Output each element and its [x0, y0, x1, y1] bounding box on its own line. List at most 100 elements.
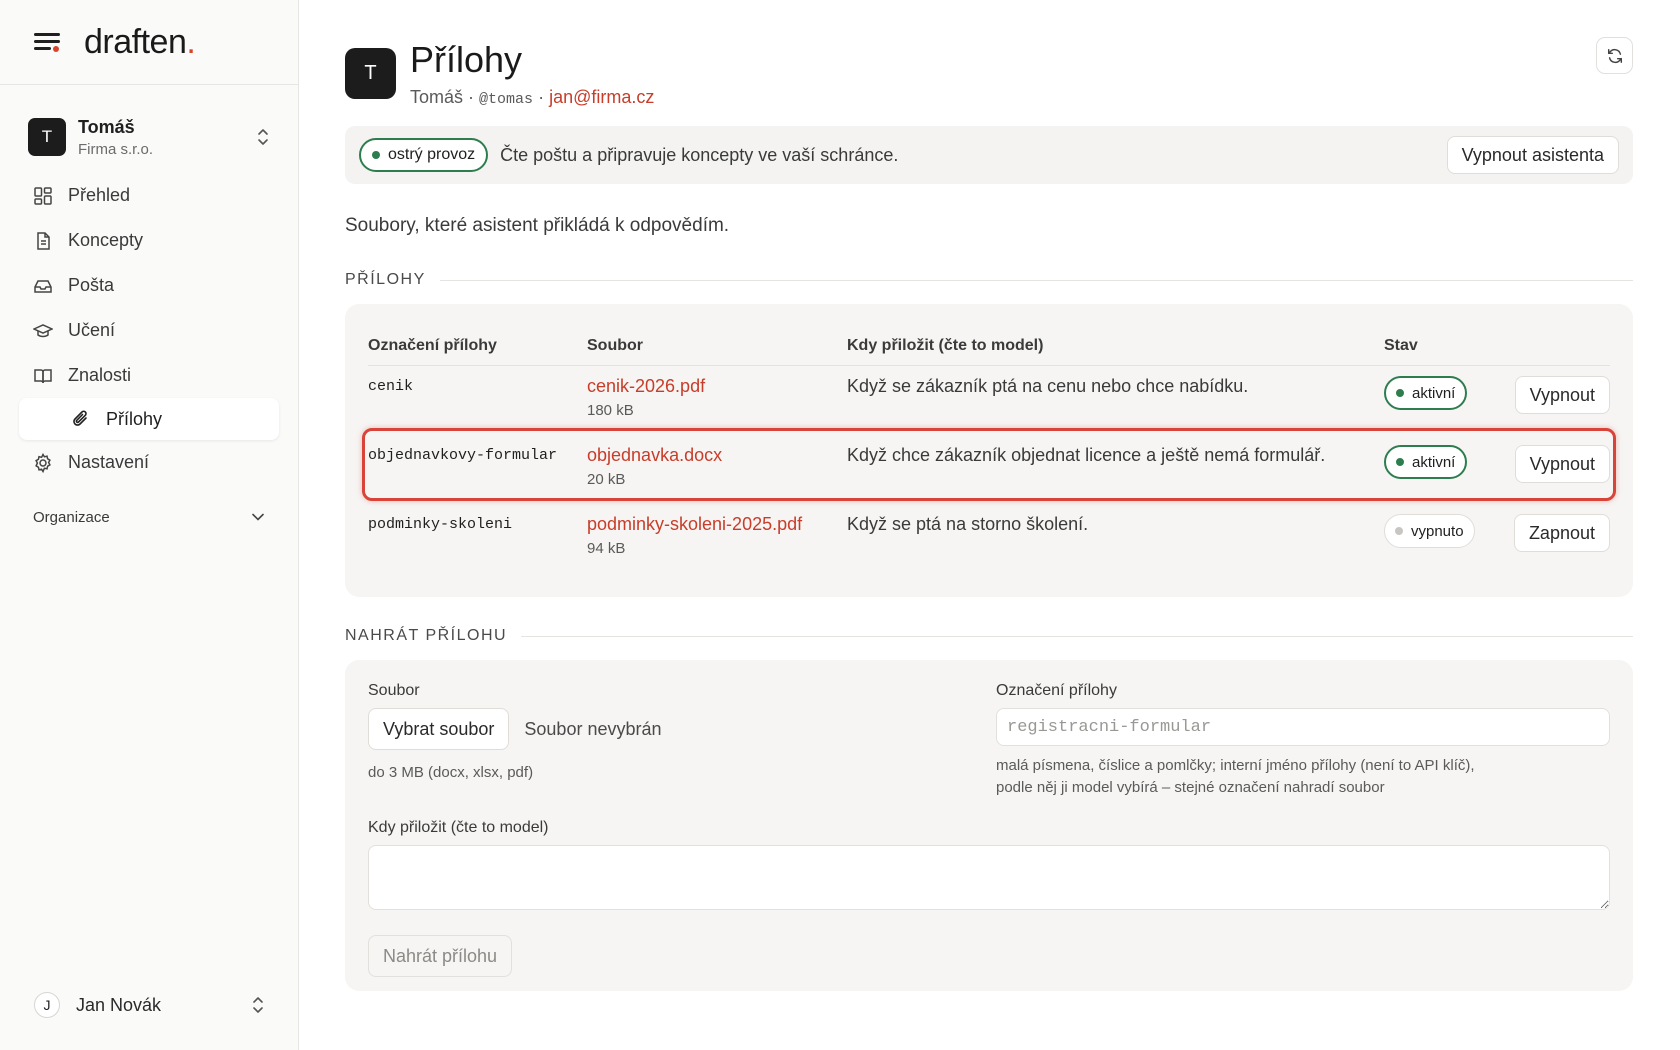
file-hint: do 3 MB (docx, xlsx, pdf) [368, 764, 534, 781]
attachment-file-size: 180 kB [587, 402, 634, 419]
menu-icon[interactable] [34, 32, 60, 52]
status-badge: aktivní [1384, 376, 1468, 410]
page-title: Přílohy [410, 39, 523, 80]
label-hint-line: malá písmena, číslice a pomlčky; interní… [996, 757, 1475, 774]
sidebar-item-label: Učení [68, 320, 116, 340]
status-dot-icon [372, 151, 380, 159]
when-textarea[interactable] [368, 845, 1610, 910]
status-badge: vypnuto [1384, 514, 1475, 548]
attachment-file-size: 94 kB [587, 540, 626, 557]
chevron-up-down-icon [251, 995, 265, 1015]
organization-toggle[interactable]: Organizace [0, 495, 298, 539]
document-icon [37, 231, 50, 250]
account-switcher[interactable]: T Tomáš Firma s.r.o. [0, 107, 298, 167]
disable-attachment-button[interactable]: Vypnout [1514, 376, 1610, 414]
attachments-table: Označení přílohy Soubor Kdy přiložit (čt… [345, 304, 1633, 597]
main-content: T Přílohy Tomáš · @tomas · jan@firma.cz … [345, 0, 1633, 991]
attachment-file-link[interactable]: podminky-skoleni-2025.pdf [587, 514, 847, 535]
status-text: Čte poštu a připravuje koncepty ve vaší … [500, 144, 899, 165]
when-field-label: Kdy přiložit (čte to model) [368, 819, 549, 836]
account-avatar: T [28, 118, 66, 156]
attachment-file-size: 20 kB [587, 471, 626, 488]
header-handle: @tomas [479, 91, 534, 108]
separator: · [538, 87, 545, 107]
table-header: Označení přílohy Soubor Kdy přiložit (čt… [368, 326, 1610, 366]
sidebar-item-znalosti[interactable]: Znalosti [0, 353, 298, 398]
column-header-state: Stav [1384, 336, 1418, 354]
sidebar-item-label: Pošta [68, 275, 115, 295]
user-menu[interactable]: J Jan Novák [0, 960, 299, 1050]
label-hint-line: podle něj ji model vybírá – stejné označ… [996, 779, 1385, 796]
sidebar-item-label: Přílohy [106, 408, 163, 429]
header-email-link[interactable]: jan@firma.cz [549, 87, 654, 107]
user-name: Jan Novák [76, 994, 162, 1015]
disable-assistant-button[interactable]: Vypnout asistenta [1446, 136, 1619, 174]
choose-file-button[interactable]: Vybrat soubor [368, 708, 510, 750]
section-title-text: PŘÍLOHY [345, 271, 426, 288]
page-header: T Přílohy Tomáš · @tomas · jan@firma.cz [345, 0, 1633, 108]
account-name: Tomáš [78, 116, 135, 137]
inbox-icon [34, 279, 52, 293]
header-subtitle: Tomáš · @tomas · jan@firma.cz [410, 87, 654, 108]
assistant-status-bar: ostrý provoz Čte poštu a připravuje konc… [345, 126, 1633, 184]
attachment-when: Když se ptá na storno školení. [847, 514, 1089, 534]
attachment-file-link[interactable]: objednavka.docx [587, 445, 847, 466]
grid-icon [34, 186, 52, 205]
upload-section-title: NAHRÁT PŘÍLOHU [345, 627, 1633, 645]
graduation-cap-icon [33, 323, 53, 337]
account-org: Firma s.r.o. [78, 140, 154, 158]
attachment-label: cenik [368, 378, 414, 395]
sidebar: draften. T Tomáš Firma s.r.o. Přehled Ko… [0, 0, 299, 1050]
separator: · [468, 87, 475, 107]
label-hint: malá písmena, číslice a pomlčky; interní… [996, 755, 1610, 799]
book-icon [34, 368, 52, 383]
sidebar-item-koncepty[interactable]: Koncepty [0, 218, 298, 263]
attachment-when: Když chce zákazník objednat licence a je… [847, 445, 1326, 465]
disable-attachment-button[interactable]: Vypnout [1514, 445, 1610, 483]
column-header-when: Kdy přiložit (čte to model) [847, 336, 1044, 354]
sidebar-item-label: Znalosti [68, 365, 132, 385]
attachment-label: podminky-skoleni [368, 516, 513, 533]
status-badge: aktivní [1384, 445, 1468, 479]
organization-label: Organizace [33, 508, 110, 526]
refresh-icon [1607, 48, 1622, 63]
sidebar-item-label: Koncepty [68, 230, 144, 250]
column-header-label: Označení přílohy [368, 336, 497, 354]
label-field-label: Označení přílohy [996, 682, 1117, 699]
sidebar-item-prilohy[interactable]: Přílohy [19, 398, 279, 440]
chevron-down-icon [252, 513, 264, 521]
live-status-label: ostrý provoz [388, 146, 476, 163]
attachment-label-input[interactable] [996, 708, 1610, 746]
sidebar-item-prehled[interactable]: Přehled [0, 173, 298, 218]
section-title-text: NAHRÁT PŘÍLOHU [345, 627, 508, 644]
paperclip-icon [73, 410, 87, 426]
sidebar-item-uceni[interactable]: Učení [0, 308, 298, 353]
sidebar-item-posta[interactable]: Pošta [0, 263, 298, 308]
header-name: Tomáš [410, 87, 464, 107]
refresh-button[interactable] [1596, 37, 1633, 74]
upload-attachment-button[interactable]: Nahrát přílohu [368, 935, 513, 977]
file-field-label: Soubor [368, 682, 420, 699]
attachment-label: objednavkovy-formular [368, 447, 558, 464]
header-avatar: T [345, 48, 396, 99]
no-file-text: Soubor nevybrán [524, 718, 662, 739]
page-intro: Soubory, které asistent přikládá k odpov… [345, 215, 730, 236]
attachments-section-title: PŘÍLOHY [345, 271, 1633, 289]
attachment-when: Když se zákazník ptá na cenu nebo chce n… [847, 376, 1249, 396]
sidebar-item-label: Nastavení [68, 452, 150, 472]
table-row: cenik cenik-2026.pdf 180 kB Když se záka… [368, 366, 1610, 435]
gear-icon [35, 452, 51, 473]
live-status-badge: ostrý provoz [359, 138, 489, 172]
upload-form: Soubor Vybrat soubor Soubor nevybrán do … [345, 660, 1633, 991]
sidebar-item-label: Přehled [68, 185, 131, 205]
column-header-file: Soubor [587, 336, 643, 354]
logo-bar: draften. [0, 0, 298, 85]
sidebar-nav: Přehled Koncepty Pošta Učení Znalosti Př… [0, 173, 298, 485]
sidebar-item-nastaveni[interactable]: Nastavení [0, 440, 298, 485]
attachment-file-link[interactable]: cenik-2026.pdf [587, 376, 847, 397]
table-row: podminky-skoleni podminky-skoleni-2025.p… [368, 504, 1610, 573]
enable-attachment-button[interactable]: Zapnout [1513, 514, 1610, 552]
logo[interactable]: draften. [84, 23, 196, 62]
chevron-up-down-icon [256, 127, 270, 147]
user-avatar: J [34, 992, 60, 1018]
